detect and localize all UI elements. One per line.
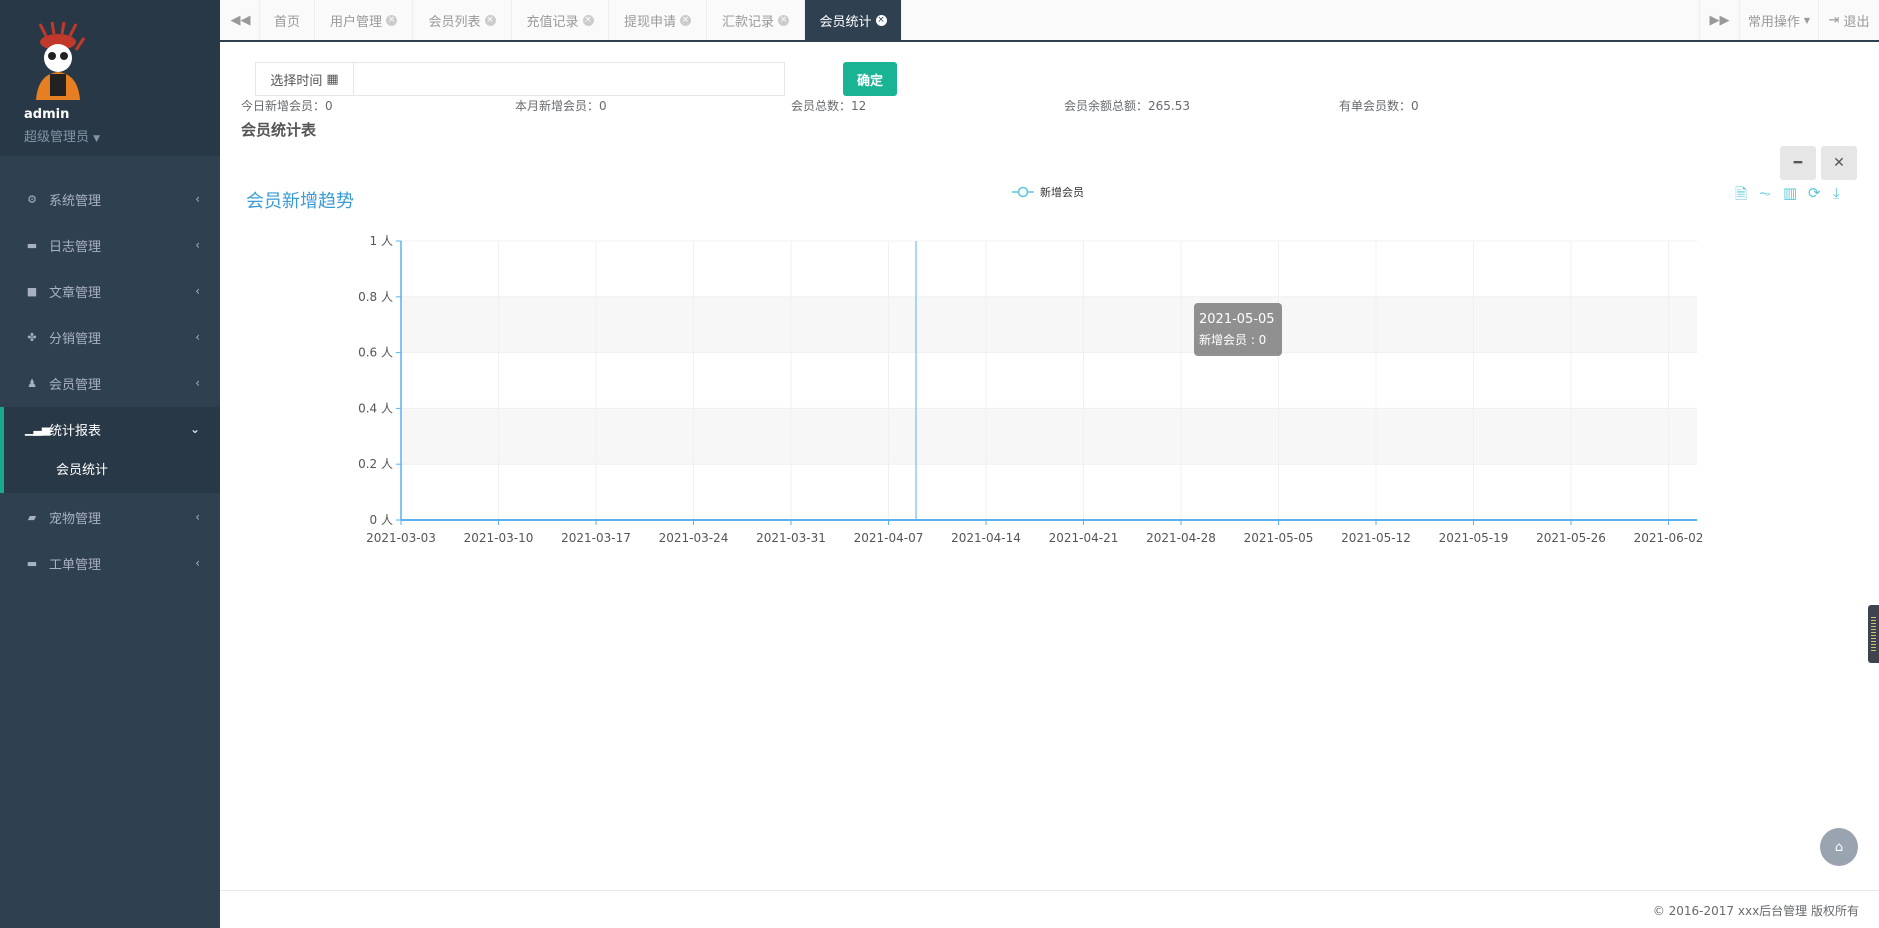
x-tick-label: 2021-03-24 (659, 531, 729, 545)
y-tick-label: 0 人 (370, 513, 393, 527)
y-tick-label: 0.2 人 (358, 457, 393, 471)
x-tick-label: 2021-03-17 (561, 531, 631, 545)
split-area (401, 408, 1697, 465)
y-tick-label: 0.4 人 (358, 401, 393, 415)
y-tick-label: 0.8 人 (358, 290, 393, 304)
side-widget[interactable] (1868, 605, 1879, 663)
x-tick-label: 2021-06-02 (1634, 531, 1704, 545)
y-tick-label: 1 人 (370, 234, 393, 248)
copyright: © 2016-2017 xxx后台管理 版权所有 (1652, 904, 1859, 918)
x-tick-label: 2021-04-28 (1146, 531, 1216, 545)
x-tick-label: 2021-04-14 (951, 531, 1021, 545)
footer: © 2016-2017 xxx后台管理 版权所有 (220, 890, 1879, 928)
split-area (401, 296, 1697, 353)
chart-tooltip: 2021-05-05 新增会员 : 0 (1194, 303, 1282, 356)
x-tick-label: 2021-04-21 (1049, 531, 1119, 545)
back-to-top-button[interactable]: ⌂ (1820, 828, 1858, 866)
y-tick-label: 0.6 人 (358, 346, 393, 360)
x-tick-label: 2021-03-10 (464, 531, 534, 545)
line-chart: 0 人 0.2 人 0.4 人 0.6 人 0.8 人 1 人 2021-03-03 2021… (358, 234, 1704, 545)
x-tick-label: 2021-05-26 (1536, 531, 1606, 545)
x-tick-label: 2021-04-07 (854, 531, 924, 545)
x-tick-label: 2021-03-03 (366, 531, 436, 545)
home-icon: ⌂ (1834, 839, 1844, 855)
x-tick-label: 2021-05-12 (1341, 531, 1411, 545)
x-tick-label: 2021-03-31 (756, 531, 826, 545)
x-tick-label: 2021-05-05 (1244, 531, 1314, 545)
tooltip-value: 新增会员 : 0 (1199, 333, 1267, 347)
tooltip-date: 2021-05-05 (1199, 312, 1275, 327)
x-tick-label: 2021-05-19 (1439, 531, 1509, 545)
